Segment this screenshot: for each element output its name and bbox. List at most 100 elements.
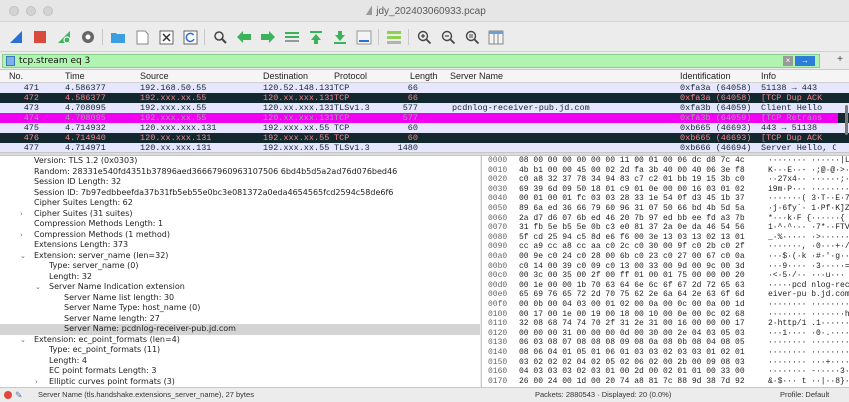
packet-row[interactable]: 476 4.714940 120.xx.xxx.131 192.xxx.xx.55 TC… [0,133,849,143]
packet-cell-dst: 120.xx.xxx.131 [263,103,333,113]
packet-list: No. Time Source Destination Protocol Len… [0,69,849,153]
packet-row[interactable]: 474 4.708095 192.xxx.xx.55 120.xx.xxx.131 TC… [0,113,849,123]
detail-row[interactable]: Type: server_name (0) [0,261,480,272]
search-icon[interactable] [210,27,230,47]
detail-row-text: Compression Methods (1 method) [34,229,170,239]
detail-row[interactable]: ⌄ Server Name Indication extension [0,282,480,293]
zoom-normal-icon[interactable] [462,27,482,47]
column-header-source[interactable]: Source [140,71,169,81]
zoom-in-icon[interactable] [414,27,434,47]
detail-row[interactable]: Server Name length: 27 [0,314,480,325]
colorize-icon[interactable] [384,27,404,47]
column-header-no[interactable]: No. [9,71,23,81]
column-header-protocol[interactable]: Protocol [334,71,367,81]
back-arrow-icon[interactable] [234,27,254,47]
options-icon[interactable] [78,27,98,47]
detail-row[interactable]: › Elliptic curves point formats (3) [0,377,480,388]
packet-cell-dst: 192.xxx.xx.55 [263,133,330,143]
apply-filter-button[interactable]: → [795,56,815,66]
detail-row[interactable]: EC point formats Length: 3 [0,366,480,377]
packet-cell-server: pcdnlog-receiver-pub.jd.com [452,103,590,113]
go-to-packet-icon[interactable] [282,27,302,47]
packet-cell-len: 577 [402,103,418,113]
detail-row[interactable]: Session ID: 7b97edbbeefda37b31fb5eb55e0b… [0,188,480,199]
packet-cell-time: 4.714932 [65,123,106,133]
clear-filter-icon[interactable]: × [783,56,793,66]
display-filter-input[interactable]: tcp.stream eq 3 × → [2,54,820,68]
detail-row-text: Length: 32 [49,271,93,281]
resize-columns-icon[interactable] [486,27,506,47]
column-header-destination[interactable]: Destination [263,71,308,81]
packet-row[interactable]: 473 4.708095 192.xxx.xx.55 120.xx.xxx.131 TL… [0,103,849,113]
detail-row[interactable]: Version: TLS 1.2 (0x0303) [0,156,480,167]
detail-row[interactable]: ⌄ Extension: ec_point_formats (len=4) [0,335,480,346]
packet-row[interactable]: 471 4.586377 192.168.50.55 120.52.148.131 TC… [0,83,849,93]
detail-row-text: Version: TLS 1.2 (0x0303) [34,156,138,165]
collapsed-chevron-icon[interactable]: › [20,230,23,241]
column-header-identification[interactable]: Identification [680,71,731,81]
column-header-time[interactable]: Time [65,71,85,81]
column-header-length[interactable]: Length [410,71,438,81]
packet-cell-proto: TCP [334,93,350,103]
column-header-server-name[interactable]: Server Name [450,71,503,81]
packet-row[interactable]: 472 4.586377 192.xxx.xx.55 120.xx.xxx.131 TC… [0,93,849,103]
reload-icon[interactable] [180,27,200,47]
bookmark-icon[interactable] [6,56,15,66]
detail-row[interactable]: Extensions Length: 373 [0,240,480,251]
main-toolbar [0,22,849,52]
expert-info-icon[interactable] [4,391,12,399]
detail-row[interactable]: ⌄ Extension: server_name (len=32) [0,251,480,262]
detail-row-text: Session ID Length: 32 [34,177,122,186]
stop-icon[interactable] [30,27,50,47]
first-packet-icon[interactable] [306,27,326,47]
toolbar-separator [204,29,205,45]
start-capture-shark-fin-icon[interactable] [6,27,26,47]
expanded-chevron-icon[interactable]: ⌄ [35,282,41,293]
restart-icon[interactable] [54,27,74,47]
packet-cell-ident: 0xfa3a (64058) [680,93,752,103]
detail-row[interactable]: Length: 4 [0,356,480,367]
packet-cell-info: [TCP Dup ACK [761,93,823,103]
packet-cell-src: 192.168.50.55 [140,83,207,93]
detail-row[interactable]: Cipher Suites Length: 62 [0,198,480,209]
collapsed-chevron-icon[interactable]: › [20,209,23,220]
detail-row[interactable]: Server Name Type: host_name (0) [0,303,480,314]
column-header-info[interactable]: Info [761,71,776,81]
add-filter-button[interactable]: + [837,54,843,65]
edit-comment-icon[interactable]: ✎ [15,388,23,402]
forward-arrow-icon[interactable] [258,27,278,47]
toolbar-separator [102,29,103,45]
status-profile[interactable]: Profile: Default [780,388,829,402]
collapsed-chevron-icon[interactable]: › [35,377,38,388]
last-packet-icon[interactable] [330,27,350,47]
hex-row[interactable]: 0170 26 00 24 00 1d 00 20 74 a8 81 7c 88 … [482,377,849,387]
detail-row[interactable]: Random: 28331e540fd4351b37896aed36667960… [0,167,480,178]
detail-row[interactable]: Length: 32 [0,272,480,283]
packet-cell-no: 473 [23,103,39,113]
packet-details-pane: Version: TLS 1.2 (0x0303) Random: 28331e5… [0,156,480,387]
file-icon[interactable] [132,27,152,47]
detail-row[interactable]: › Cipher Suites (31 suites) [0,209,480,220]
close-file-icon[interactable] [156,27,176,47]
packet-cell-src: 192.xxx.xx.55 [140,103,207,113]
expanded-chevron-icon[interactable]: ⌄ [20,251,26,262]
detail-row[interactable]: Compression Methods Length: 1 [0,219,480,230]
autoscroll-icon[interactable] [354,27,374,47]
detail-row[interactable]: Server Name list length: 30 [0,293,480,304]
packet-cell-dst: 120.xx.xxx.131 [263,113,333,123]
packet-cell-ident: 0xb665 (46693) [680,123,752,133]
packet-row[interactable]: 475 4.714932 120.xxx.xxx.131 192.xxx.xx.55 T… [0,123,849,133]
open-folder-icon[interactable] [108,27,128,47]
detail-row-selected[interactable]: Server Name: pcdnlog-receiver-pub.jd.com [0,324,480,335]
detail-row[interactable]: › Compression Methods (1 method) [0,230,480,241]
zoom-out-icon[interactable] [438,27,458,47]
expanded-chevron-icon[interactable]: ⌄ [20,335,26,346]
status-packet-counts: Packets: 2880543 · Displayed: 20 (0.0%) [535,390,672,399]
packet-row-minimap [838,93,849,103]
detail-row-text: Type: ec_point_formats (11) [49,345,161,354]
packet-cell-ident: 0xfa3b (64059) [680,113,752,123]
detail-row[interactable]: Session ID Length: 32 [0,177,480,188]
packet-cell-len: 66 [407,93,418,103]
detail-row[interactable]: Type: ec_point_formats (11) [0,345,480,356]
packet-list-scrollbar[interactable] [845,105,848,135]
